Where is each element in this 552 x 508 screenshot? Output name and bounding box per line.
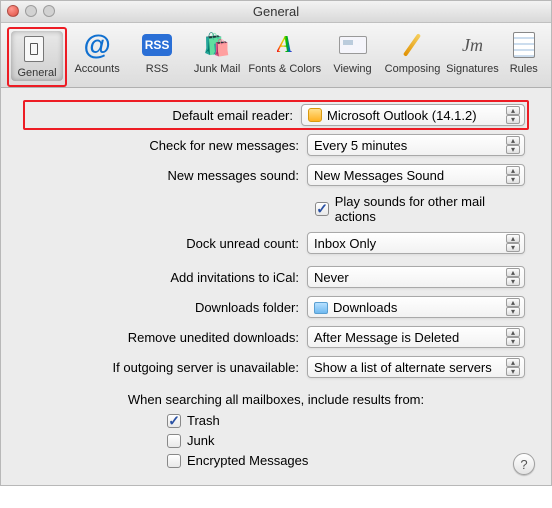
downloads-select[interactable]: Downloads ▴▾ <box>307 296 525 318</box>
tab-label: Viewing <box>333 63 371 75</box>
signatures-icon: Jm <box>455 29 489 61</box>
invitations-select[interactable]: Never ▴▾ <box>307 266 525 288</box>
preferences-window: General General @ Accounts RSS RSS 🛍️ Ju… <box>0 0 552 486</box>
default-reader-select[interactable]: Microsoft Outlook (14.1.2) ▴▾ <box>301 104 525 126</box>
check-messages-select[interactable]: Every 5 minutes ▴▾ <box>307 134 525 156</box>
help-button[interactable]: ? <box>513 453 535 475</box>
general-pane: Default email reader: Microsoft Outlook … <box>1 88 551 485</box>
tab-signatures[interactable]: Jm Signatures <box>442 27 502 79</box>
search-options: Trash Junk Encrypted Messages <box>27 413 525 468</box>
general-icon <box>17 33 51 65</box>
accounts-icon: @ <box>80 29 114 61</box>
downloads-label: Downloads folder: <box>27 300 307 315</box>
default-reader-label: Default email reader: <box>27 108 301 123</box>
folder-icon <box>314 302 328 314</box>
select-stepper-icon: ▴▾ <box>506 298 520 316</box>
window-controls <box>7 5 55 17</box>
outlook-icon <box>308 108 322 122</box>
new-sound-label: New messages sound: <box>27 168 307 183</box>
titlebar: General <box>1 1 551 23</box>
tab-label: RSS <box>146 63 169 75</box>
tab-label: Junk Mail <box>194 63 240 75</box>
rules-icon <box>507 29 541 61</box>
junk-mail-icon: 🛍️ <box>200 29 234 61</box>
tab-fonts-colors[interactable]: A Fonts & Colors <box>247 27 322 79</box>
outgoing-unavail-label: If outgoing server is unavailable: <box>27 360 307 375</box>
tab-rss[interactable]: RSS RSS <box>127 27 187 79</box>
remove-unedited-select[interactable]: After Message is Deleted ▴▾ <box>307 326 525 348</box>
search-trash-label: Trash <box>187 413 220 428</box>
viewing-icon <box>336 29 370 61</box>
search-junk-checkbox[interactable] <box>167 434 181 448</box>
search-trash-checkbox[interactable] <box>167 414 181 428</box>
tab-label: Signatures <box>446 63 499 75</box>
minimize-window-button[interactable] <box>25 5 37 17</box>
zoom-window-button[interactable] <box>43 5 55 17</box>
composing-icon <box>395 29 429 61</box>
outgoing-unavail-select[interactable]: Show a list of alternate servers ▴▾ <box>307 356 525 378</box>
window-title: General <box>253 4 299 19</box>
invitations-label: Add invitations to iCal: <box>27 270 307 285</box>
play-sounds-checkbox[interactable] <box>315 202 329 216</box>
tab-label: Fonts & Colors <box>248 63 321 75</box>
select-stepper-icon: ▴▾ <box>506 166 520 184</box>
tab-rules[interactable]: Rules <box>502 27 545 79</box>
tab-composing[interactable]: Composing <box>383 27 443 79</box>
default-reader-highlight: Default email reader: Microsoft Outlook … <box>23 100 529 130</box>
preferences-toolbar: General @ Accounts RSS RSS 🛍️ Junk Mail … <box>1 23 551 88</box>
search-junk-label: Junk <box>187 433 214 448</box>
play-sounds-label: Play sounds for other mail actions <box>335 194 525 224</box>
fonts-colors-icon: A <box>268 29 302 61</box>
remove-unedited-label: Remove unedited downloads: <box>27 330 307 345</box>
dock-unread-select[interactable]: Inbox Only ▴▾ <box>307 232 525 254</box>
tab-viewing[interactable]: Viewing <box>323 27 383 79</box>
select-stepper-icon: ▴▾ <box>506 106 520 124</box>
select-stepper-icon: ▴▾ <box>506 234 520 252</box>
tab-junk-mail[interactable]: 🛍️ Junk Mail <box>187 27 247 79</box>
select-stepper-icon: ▴▾ <box>506 136 520 154</box>
search-encrypted-label: Encrypted Messages <box>187 453 308 468</box>
select-stepper-icon: ▴▾ <box>506 358 520 376</box>
rss-icon: RSS <box>140 29 174 61</box>
check-messages-label: Check for new messages: <box>27 138 307 153</box>
select-stepper-icon: ▴▾ <box>506 268 520 286</box>
tab-accounts[interactable]: @ Accounts <box>67 27 127 79</box>
tab-label: Accounts <box>74 63 119 75</box>
tab-label: Composing <box>385 63 441 75</box>
close-window-button[interactable] <box>7 5 19 17</box>
tab-label: Rules <box>510 63 538 75</box>
search-encrypted-checkbox[interactable] <box>167 454 181 468</box>
dock-unread-label: Dock unread count: <box>27 236 307 251</box>
new-sound-select[interactable]: New Messages Sound ▴▾ <box>307 164 525 186</box>
tab-general[interactable]: General <box>7 27 67 87</box>
tab-label: General <box>17 67 56 79</box>
select-stepper-icon: ▴▾ <box>506 328 520 346</box>
search-heading: When searching all mailboxes, include re… <box>27 392 525 407</box>
